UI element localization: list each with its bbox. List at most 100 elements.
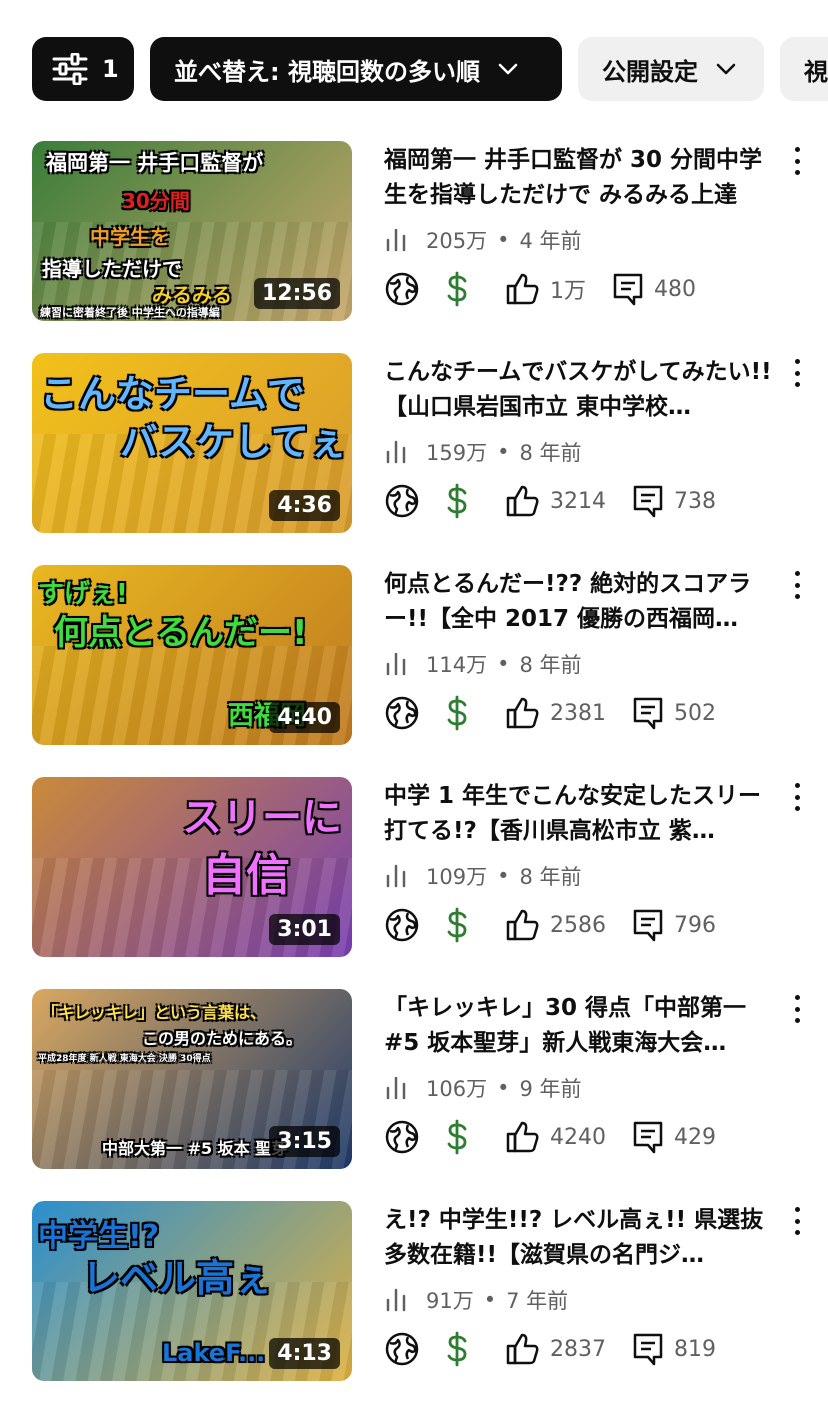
views-line: 109万 • 8 年前 bbox=[384, 861, 582, 891]
filter-count: 1 bbox=[102, 55, 119, 83]
analytics-bars-icon bbox=[384, 1288, 412, 1312]
monetization-dollar-icon bbox=[442, 1119, 472, 1155]
filter-chip-bar: 1 並べ替え: 視聴回数の多い順 公開設定 視 bbox=[32, 37, 828, 101]
video-thumbnail[interactable]: すげぇ! 何点とるんだー! 西福岡 4:40 bbox=[32, 565, 352, 745]
analytics-bars-icon bbox=[384, 228, 412, 252]
monetization-dollar-icon bbox=[442, 483, 472, 519]
separator-dot: • bbox=[497, 228, 510, 252]
comment-icon bbox=[632, 1332, 664, 1366]
video-duration: 4:36 bbox=[269, 490, 340, 521]
video-thumbnail[interactable]: 福岡第一 井手口監督が 30分間 中学生を 指導しただけで みるみる 練習に密着終了後 中… bbox=[32, 141, 352, 321]
like-count: 1万 bbox=[550, 279, 586, 304]
chevron-down-icon bbox=[498, 63, 518, 75]
comment-count: 480 bbox=[654, 276, 696, 302]
video-row[interactable]: すげぇ! 何点とるんだー! 西福岡 4:40 何点とるんだー!?? 絶対的スコアラー… bbox=[32, 565, 828, 777]
comment-count: 429 bbox=[674, 1124, 716, 1150]
monetization-dollar-icon bbox=[442, 1331, 472, 1367]
filter-chip[interactable]: 1 bbox=[32, 37, 134, 101]
comment-count: 796 bbox=[674, 912, 716, 938]
like-count: 2837 bbox=[550, 1336, 606, 1362]
thumbnail-caption: LakeF... bbox=[162, 1339, 266, 1367]
separator-dot: • bbox=[483, 1288, 497, 1312]
video-stats: 2837 819 bbox=[384, 1331, 716, 1367]
more-options-icon[interactable] bbox=[790, 1207, 804, 1235]
globe-icon bbox=[384, 907, 420, 943]
globe-icon bbox=[384, 483, 420, 519]
globe-icon bbox=[384, 1331, 420, 1367]
comment-icon bbox=[612, 272, 644, 306]
thumbnail-caption: 平成28年度 新人戦 東海大会 決勝 30得点 bbox=[38, 1054, 211, 1064]
monetization-dollar-icon bbox=[442, 271, 472, 307]
video-info: え!? 中学生!!? レベル高ぇ!! 県選抜多数在籍!!【滋賀県の名門ジ… bbox=[384, 1203, 778, 1273]
comment-icon bbox=[632, 908, 664, 942]
video-stats: 2586 796 bbox=[384, 907, 716, 943]
sliders-icon bbox=[52, 53, 88, 85]
view-count: 114万 bbox=[426, 653, 488, 677]
view-count: 106万 bbox=[426, 1077, 488, 1101]
chevron-down-icon bbox=[716, 63, 736, 75]
thumbs-up-icon bbox=[506, 696, 540, 730]
video-stats: 4240 429 bbox=[384, 1119, 716, 1155]
thumbnail-caption: こんなチームで bbox=[40, 372, 305, 416]
thumbs-up-icon bbox=[506, 908, 540, 942]
thumbnail-caption: 指導しただけで bbox=[42, 257, 182, 281]
video-row[interactable]: 「キレッキレ」という言葉は、 この男のためにある。 中部大第一 #5 坂本 聖芽 平成… bbox=[32, 989, 828, 1201]
video-row[interactable]: 福岡第一 井手口監督が 30分間 中学生を 指導しただけで みるみる 練習に密着終了後 中… bbox=[32, 141, 828, 353]
video-row[interactable]: スリーに 自信 3:01 中学 1 年生でこんな安定したスリー打てる!?【香川県高… bbox=[32, 777, 828, 989]
view-count: 109万 bbox=[426, 865, 488, 889]
thumbnail-caption: 何点とるんだー! bbox=[54, 613, 308, 653]
video-title[interactable]: 中学 1 年生でこんな安定したスリー打てる!?【香川県高松市立 紫… bbox=[384, 779, 778, 849]
video-thumbnail[interactable]: スリーに 自信 3:01 bbox=[32, 777, 352, 957]
comment-count: 502 bbox=[674, 700, 716, 726]
video-stats: 2381 502 bbox=[384, 695, 716, 731]
video-title[interactable]: 何点とるんだー!?? 絶対的スコアラー!!【全中 2017 優勝の西福岡… bbox=[384, 567, 778, 637]
sort-label: 並べ替え: 視聴回数の多い順 bbox=[174, 57, 480, 86]
video-info: 何点とるんだー!?? 絶対的スコアラー!!【全中 2017 優勝の西福岡… bbox=[384, 567, 778, 637]
video-row[interactable]: 中学生!? レベル高ぇ LakeF... 4:13 え!? 中学生!!? レベル高ぇ… bbox=[32, 1201, 828, 1413]
monetization-dollar-icon bbox=[442, 907, 472, 943]
analytics-bars-icon bbox=[384, 652, 412, 676]
globe-icon bbox=[384, 695, 420, 731]
visibility-label: 公開設定 bbox=[602, 57, 698, 86]
more-options-icon[interactable] bbox=[790, 147, 804, 175]
thumbnail-caption: 自信 bbox=[202, 850, 290, 901]
view-count: 205万 bbox=[426, 229, 488, 253]
more-options-icon[interactable] bbox=[790, 783, 804, 811]
upload-age: 8 年前 bbox=[519, 441, 582, 465]
video-info: 中学 1 年生でこんな安定したスリー打てる!?【香川県高松市立 紫… bbox=[384, 779, 778, 849]
visibility-chip[interactable]: 公開設定 bbox=[578, 37, 764, 101]
view-count: 159万 bbox=[426, 441, 488, 465]
analytics-bars-icon bbox=[384, 1076, 412, 1100]
separator-dot: • bbox=[497, 440, 510, 464]
more-options-icon[interactable] bbox=[790, 359, 804, 387]
like-count: 2586 bbox=[550, 912, 606, 938]
views-line: 114万 • 8 年前 bbox=[384, 649, 582, 679]
video-title[interactable]: 「キレッキレ」30 得点「中部第一 #5 坂本聖芽」新人戦東海大会… bbox=[384, 991, 778, 1061]
monetization-dollar-icon bbox=[442, 695, 472, 731]
separator-dot: • bbox=[497, 1076, 510, 1100]
video-row[interactable]: こんなチームで バスケしてぇ 4:36 こんなチームでバスケがしてみたい!! 【山… bbox=[32, 353, 828, 565]
video-thumbnail[interactable]: こんなチームで バスケしてぇ 4:36 bbox=[32, 353, 352, 533]
views-line: 106万 • 9 年前 bbox=[384, 1073, 582, 1103]
partial-chip[interactable]: 視 bbox=[780, 37, 828, 101]
video-title[interactable]: こんなチームでバスケがしてみたい!! 【山口県岩国市立 東中学校… bbox=[384, 355, 778, 425]
globe-icon bbox=[384, 1119, 420, 1155]
separator-dot: • bbox=[497, 864, 510, 888]
thumbnail-caption: 30分間 bbox=[122, 189, 190, 213]
more-options-icon[interactable] bbox=[790, 571, 804, 599]
video-list: 福岡第一 井手口監督が 30分間 中学生を 指導しただけで みるみる 練習に密着終了後 中… bbox=[32, 141, 828, 1413]
video-duration: 3:15 bbox=[269, 1126, 340, 1157]
video-stats: 3214 738 bbox=[384, 483, 716, 519]
sort-chip[interactable]: 並べ替え: 視聴回数の多い順 bbox=[150, 37, 562, 101]
thumbnail-caption: 中学生を bbox=[90, 225, 170, 249]
thumbs-up-icon bbox=[506, 272, 540, 306]
thumbs-up-icon bbox=[506, 484, 540, 518]
video-title[interactable]: え!? 中学生!!? レベル高ぇ!! 県選抜多数在籍!!【滋賀県の名門ジ… bbox=[384, 1203, 778, 1273]
video-thumbnail[interactable]: 中学生!? レベル高ぇ LakeF... 4:13 bbox=[32, 1201, 352, 1381]
video-thumbnail[interactable]: 「キレッキレ」という言葉は、 この男のためにある。 中部大第一 #5 坂本 聖芽 平成… bbox=[32, 989, 352, 1169]
video-title[interactable]: 福岡第一 井手口監督が 30 分間中学生を指導しただけで みるみる上達 bbox=[384, 143, 778, 213]
upload-age: 4 年前 bbox=[519, 229, 582, 253]
thumbnail-caption: 「キレッキレ」という言葉は、 bbox=[42, 1003, 267, 1022]
analytics-bars-icon bbox=[384, 440, 412, 464]
more-options-icon[interactable] bbox=[790, 995, 804, 1023]
